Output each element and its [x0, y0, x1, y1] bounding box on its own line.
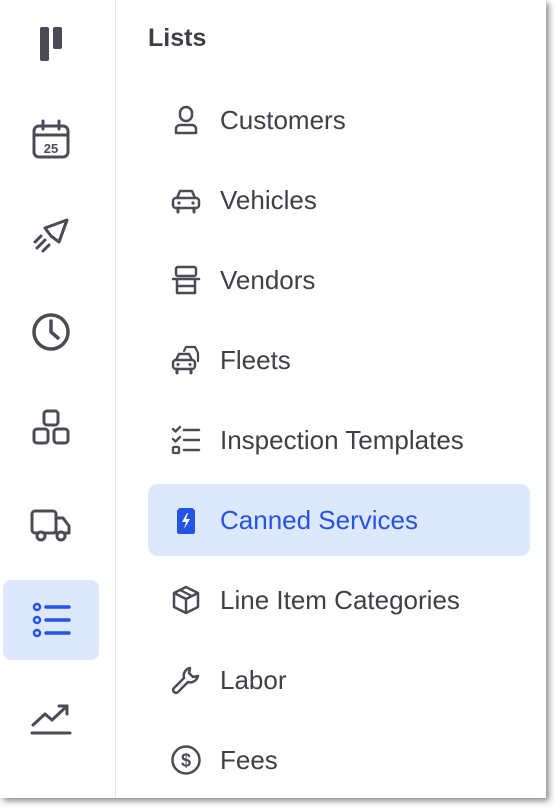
svg-text:$: $ — [181, 751, 191, 771]
sidebar-item-calendar[interactable]: 25 — [3, 100, 99, 180]
sidebar-item-inventory[interactable] — [3, 388, 99, 468]
sidebar-item-delivery[interactable] — [3, 484, 99, 564]
list-item-label: Fleets — [220, 344, 291, 375]
brand-logo-icon — [40, 27, 62, 61]
list-item-label: Canned Services — [220, 504, 418, 535]
canned-service-icon — [170, 504, 202, 536]
list-item-labor[interactable]: Labor — [148, 644, 530, 716]
icon-sidebar: 25 — [0, 0, 116, 798]
truck-icon — [30, 509, 71, 542]
store-icon — [170, 264, 202, 296]
car-icon — [170, 184, 202, 216]
list-item-vendors[interactable]: Vendors — [148, 244, 530, 316]
sidebar-item-launch[interactable] — [3, 196, 99, 276]
clock-icon — [32, 313, 70, 351]
list-item-line-item-categories[interactable]: Line Item Categories — [148, 564, 530, 636]
user-icon — [170, 104, 202, 136]
list-item-label: Customers — [220, 104, 346, 135]
list-item-fleets[interactable]: Fleets — [148, 324, 530, 396]
list-item-label: Inspection Templates — [220, 424, 464, 455]
cars-icon — [170, 344, 202, 376]
panel-title: Lists — [148, 24, 207, 52]
dollar-circle-icon: $ — [170, 744, 202, 776]
checklist-icon — [170, 424, 202, 456]
box-icon — [170, 584, 202, 616]
list-item-label: Line Item Categories — [220, 584, 460, 615]
list-item-label: Labor — [220, 664, 287, 695]
wrench-icon — [170, 664, 202, 696]
trending-up-icon — [30, 704, 72, 735]
boxes-icon — [32, 409, 70, 445]
list-item-label: Fees — [220, 744, 278, 775]
sidebar-item-history[interactable] — [3, 292, 99, 372]
sidebar-brand-logo[interactable] — [3, 4, 99, 84]
list-item-canned-services[interactable]: Canned Services — [148, 484, 530, 556]
list-icon — [32, 602, 71, 638]
calendar-icon: 25 — [32, 119, 70, 159]
list-item-label: Vendors — [220, 264, 316, 295]
list-item-vehicles[interactable]: Vehicles — [148, 164, 530, 236]
list-item-label: Vehicles — [220, 184, 317, 215]
sidebar-item-lists[interactable] — [3, 580, 99, 660]
list-item-customers[interactable]: Customers — [148, 84, 530, 156]
sidebar-item-reports[interactable] — [3, 676, 99, 756]
list-item-inspection-templates[interactable]: Inspection Templates — [148, 404, 530, 476]
app-window: 25 Lists Customers Vehicles Vendors Flee… — [0, 0, 546, 798]
rocket-icon — [33, 218, 69, 253]
lists-panel: Lists Customers Vehicles Vendors Fleets … — [116, 0, 546, 798]
list-item-fees[interactable]: $ Fees — [148, 724, 530, 796]
calendar-day: 25 — [44, 141, 58, 156]
